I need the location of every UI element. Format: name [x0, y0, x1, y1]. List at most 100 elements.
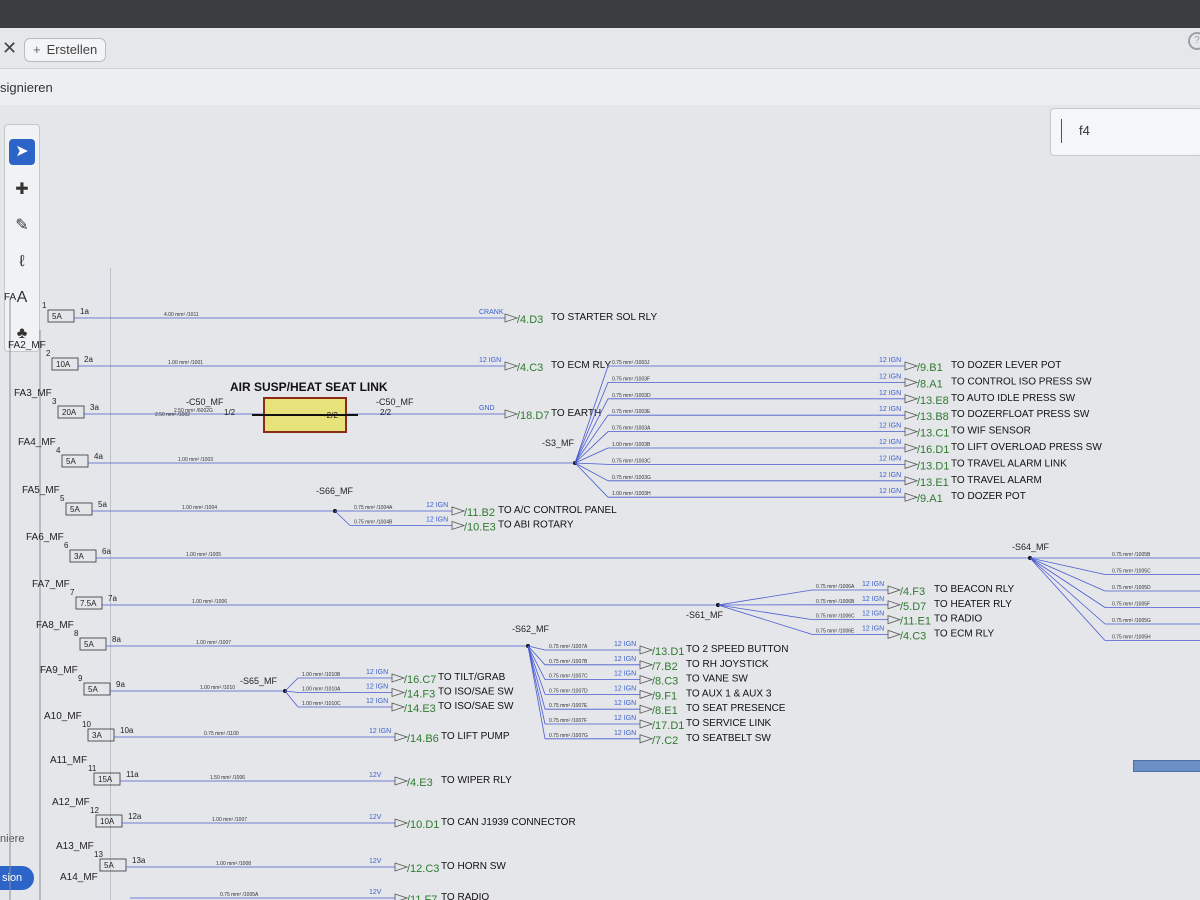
s3-end-signal: 12 IGN	[879, 390, 901, 397]
fuse-rating: 3A	[92, 731, 102, 740]
main-wire-end-arrow	[394, 732, 409, 742]
s3-end-ref: /13.E8	[917, 395, 949, 407]
main-wire-end-arrow	[504, 409, 519, 419]
wire-label: 1.00 mm² /1001	[168, 360, 203, 366]
s61-end-dest: TO ECM RLY	[934, 628, 995, 639]
s62-end-arrow	[639, 689, 654, 699]
s65-end-ref: /16.C7	[404, 674, 436, 686]
fuse-name: FA5_MF	[22, 485, 60, 496]
s3-end-signal: 12 IGN	[879, 455, 901, 462]
s65-label: -S65_MF	[240, 676, 278, 686]
s66-end-ref: /11.B2	[464, 507, 495, 519]
fuse-number: 2	[46, 349, 51, 358]
s62-end-dest: TO 2 SPEED BUTTON	[686, 644, 788, 655]
s62-end-arrow	[639, 675, 654, 685]
s61-end-ref: /11.E1	[900, 616, 931, 628]
s61-end-ref: /5.D7	[900, 601, 926, 613]
s3-end-dest: TO DOZERFLOAT PRESS SW	[951, 409, 1090, 420]
s61-wire: 0.75 mm² /1006A	[816, 584, 855, 590]
main-wire-end-ref: /4.C3	[517, 362, 543, 374]
wire-label: 1.00 mm² /1007	[212, 817, 247, 823]
s65-end-signal: 12 IGN	[366, 669, 388, 676]
wire-label: 1.50 mm² /1006	[210, 775, 245, 781]
fuse-name: A12_MF	[52, 797, 90, 808]
s64-branch	[1029, 557, 1106, 592]
s3-end-arrow	[904, 361, 919, 371]
fuse-rating: 10A	[100, 817, 115, 826]
s61-wire: 0.75 mm² /1006E	[816, 628, 855, 634]
s65-wire: 1.00 mm² /1010B	[302, 672, 341, 678]
fuse-name: FA2_MF	[8, 340, 46, 351]
wire-label: 1.00 mm² /1005	[186, 552, 221, 558]
wire-label: 1.00 mm² /1010	[200, 685, 235, 691]
main-wire-end-arrow	[394, 818, 409, 828]
s3-end-arrow	[904, 443, 919, 453]
s65-end-ref: /14.F3	[404, 689, 435, 701]
s62-end-signal: 12 IGN	[614, 671, 636, 678]
s3-end-ref: /13.B8	[917, 411, 949, 423]
s66-end-arrow	[451, 506, 466, 516]
s3-wire: 0.75 mm² /1003J	[612, 360, 650, 366]
s61-wire: 0.75 mm² /1006C	[816, 614, 855, 620]
main-wire-end-ref: /4.D3	[517, 314, 543, 326]
s61-branch	[717, 589, 813, 606]
s3-end-ref: /8.A1	[917, 378, 943, 390]
fuse-rating: 10A	[56, 360, 71, 369]
s3-end-arrow	[904, 476, 919, 486]
s62-wire: 0.75 mm² /1007C	[549, 674, 588, 680]
s62-branch	[527, 645, 546, 680]
s61-end-dest: TO RADIO	[934, 614, 982, 625]
fuse-number: 11	[88, 764, 97, 773]
main-wire-end-signal: 12 IGN	[369, 728, 391, 735]
main-wire-end-arrow	[394, 893, 409, 900]
s62-wire: 0.75 mm² /1007A	[549, 644, 588, 650]
s3-end-ref: /13.E1	[917, 477, 949, 489]
fuse-output: 6a	[102, 547, 111, 556]
s62-end-arrow	[639, 704, 654, 714]
s3-end-signal: 12 IGN	[879, 423, 901, 430]
main-wire-end-dest: TO HORN SW	[441, 861, 506, 872]
fuse-number: 3	[52, 397, 57, 406]
s61-end-dest: TO HEATER RLY	[934, 599, 1012, 610]
fuse-number: 8	[74, 629, 79, 638]
s3-end-ref: /9.B1	[917, 362, 943, 374]
connector-c50-wire: 2.50 mm² /1002	[155, 412, 190, 418]
s61-end-signal: 12 IGN	[862, 596, 884, 603]
s62-end-signal: 12 IGN	[614, 700, 636, 707]
s65-end-arrow	[391, 673, 406, 683]
s3-branch	[574, 462, 609, 498]
s62-end-ref: /9.F1	[652, 690, 677, 702]
s62-branch	[527, 645, 546, 725]
s61-end-signal: 12 IGN	[862, 581, 884, 588]
main-wire-end-signal: 12 IGN	[479, 357, 501, 364]
main-wire-end-dest: TO RADIO	[441, 892, 489, 900]
s66-wire: 0.75 mm² /1004B	[354, 520, 393, 526]
s3-end-arrow	[904, 394, 919, 404]
wire-label: 1.00 mm² /1008	[216, 861, 251, 867]
fuse-output: 1a	[80, 307, 89, 316]
main-wire-end-signal: 12V	[369, 772, 382, 779]
fuse-number: 12	[90, 806, 99, 815]
fuse-rating: 5A	[66, 457, 76, 466]
s61-end-arrow	[887, 585, 902, 595]
s62-wire: 0.75 mm² /1007F	[549, 718, 587, 724]
s65-branch	[284, 677, 299, 692]
s62-end-dest: TO SEAT PRESENCE	[686, 703, 786, 714]
fuse-rating: 20A	[62, 408, 77, 417]
fuse-output: 11a	[126, 770, 139, 779]
main-wire-end-signal: 12V	[369, 858, 382, 865]
fuse-rating: 7.5A	[80, 599, 97, 608]
s61-branch	[717, 604, 813, 620]
s62-branch	[527, 645, 546, 739]
fuse-name: FA9_MF	[40, 665, 78, 676]
s66-end-ref: /10.E3	[464, 522, 496, 534]
main-wire-end-arrow	[504, 313, 519, 323]
s65-branch	[284, 690, 299, 708]
s64-branch	[1029, 557, 1106, 575]
s65-end-arrow	[391, 687, 406, 698]
s64-wire: 0.75 mm² /1005D	[1112, 585, 1151, 591]
s62-end-dest: TO SERVICE LINK	[686, 718, 772, 729]
s3-label: -S3_MF	[542, 438, 575, 448]
wire-label: 1.00 mm² /1007	[196, 640, 231, 646]
s62-wire: 0.75 mm² /1007G	[549, 733, 588, 739]
